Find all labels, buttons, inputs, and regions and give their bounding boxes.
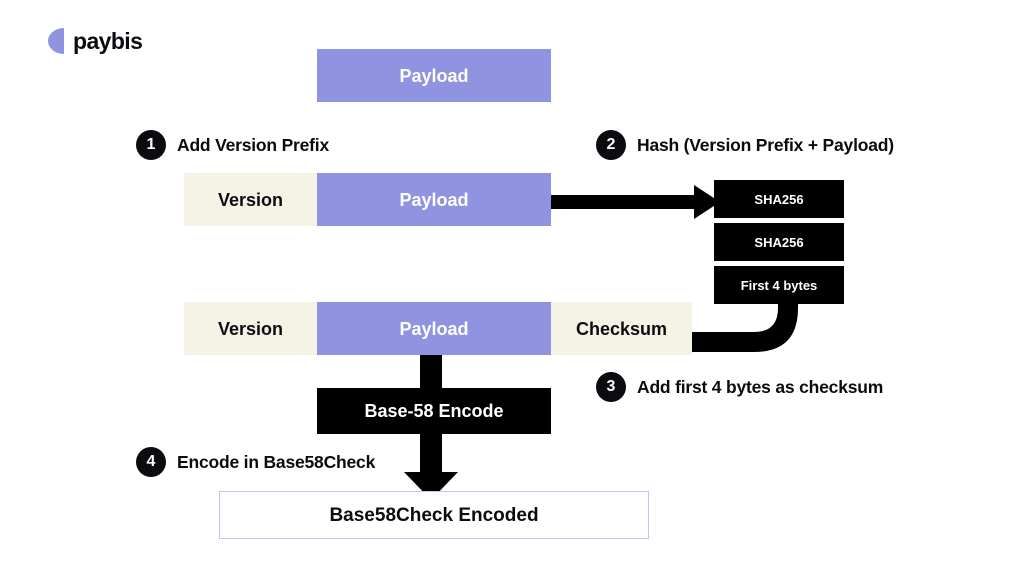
paybis-logo: paybis (48, 27, 143, 54)
step-3: 3 Add first 4 bytes as checksum (596, 372, 883, 402)
block-checksum: Checksum (551, 302, 692, 355)
block-sha256-first: SHA256 (714, 180, 844, 218)
block-base58check-encoded: Base58Check Encoded (219, 491, 649, 539)
block-sha256-second: SHA256 (714, 223, 844, 261)
step-4: 4 Encode in Base58Check (136, 447, 375, 477)
step-3-label: Add first 4 bytes as checksum (637, 376, 884, 397)
step-2: 2 Hash (Version Prefix + Payload) (596, 130, 894, 160)
arrow-payload-to-sha256 (548, 185, 720, 219)
block-version-row2: Version (184, 302, 317, 355)
block-version-row1: Version (184, 173, 317, 226)
step-3-badge: 3 (596, 372, 626, 402)
block-base58-encode: Base-58 Encode (317, 388, 551, 434)
block-payload-row1: Payload (317, 173, 551, 226)
step-1-badge: 1 (136, 130, 166, 160)
block-payload-row2: Payload (317, 302, 551, 355)
step-2-badge: 2 (596, 130, 626, 160)
paybis-half-moon-icon (48, 28, 64, 54)
brand-name: paybis (73, 27, 143, 54)
step-2-label: Hash (Version Prefix + Payload) (637, 134, 894, 155)
step-4-label: Encode in Base58Check (177, 451, 376, 472)
step-1-label: Add Version Prefix (177, 134, 330, 155)
step-4-badge: 4 (136, 447, 166, 477)
step-1: 1 Add Version Prefix (136, 130, 329, 160)
block-first-4-bytes: First 4 bytes (714, 266, 844, 304)
block-payload-initial: Payload (317, 49, 551, 102)
diagram-canvas: paybis 1 Add Version Prefix 2 Hash (Vers… (0, 0, 1024, 576)
